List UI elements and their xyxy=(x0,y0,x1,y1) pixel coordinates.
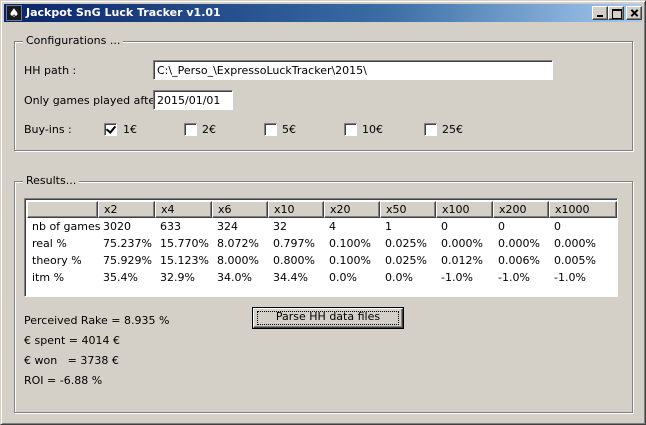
perceived-rake-text: Perceived Rake = 8.935 % xyxy=(24,314,170,327)
table-cell: 0.000% xyxy=(498,237,540,250)
table-cell: 324 xyxy=(217,220,238,233)
table-cell: 0 xyxy=(554,220,561,233)
table-cell: 15.770% xyxy=(160,237,209,250)
table-cell: 0.797% xyxy=(273,237,315,250)
table-cell: 0.005% xyxy=(554,254,596,267)
buyins-label: Buy-ins : xyxy=(24,123,72,136)
table-cell: -1.0% xyxy=(554,271,586,284)
buyin-checkbox-10[interactable] xyxy=(344,123,357,136)
only-after-date-input[interactable] xyxy=(153,90,233,110)
table-cell: 32.9% xyxy=(160,271,195,284)
table-row[interactable]: theory % 75.929% 15.123% 8.000% 0.800% 0… xyxy=(27,253,617,269)
table-cell: 0.000% xyxy=(441,237,483,250)
won-text: € won = 3738 € xyxy=(24,354,119,367)
table-cell: 8.000% xyxy=(217,254,259,267)
table-row[interactable]: nb of games 3020 633 324 32 4 1 0 0 0 xyxy=(27,219,617,235)
buyin-label-2[interactable]: 2€ xyxy=(202,123,216,137)
table-cell: 0.006% xyxy=(498,254,540,267)
column-header-x20[interactable]: x20 xyxy=(324,201,380,218)
title-bar[interactable]: ♠ Jackpot SnG Luck Tracker v1.01 xyxy=(4,4,642,22)
maximize-button[interactable] xyxy=(608,6,624,20)
buyin-checkbox-25[interactable] xyxy=(424,123,437,136)
spade-card-icon[interactable]: ♠ xyxy=(6,5,22,21)
table-cell: -1.0% xyxy=(441,271,473,284)
table-cell: 4 xyxy=(329,220,336,233)
table-cell: 0.012% xyxy=(441,254,483,267)
results-table[interactable]: x2 x4 x6 x10 x20 x50 x100 x200 x1000 nb … xyxy=(24,198,618,297)
table-cell: 0.800% xyxy=(273,254,315,267)
close-button[interactable] xyxy=(626,6,642,20)
column-header-label[interactable] xyxy=(27,201,98,218)
table-row[interactable]: real % 75.237% 15.770% 8.072% 0.797% 0.1… xyxy=(27,236,617,252)
table-cell: 0 xyxy=(498,220,505,233)
table-cell: 34.0% xyxy=(217,271,252,284)
table-cell: 75.929% xyxy=(103,254,152,267)
column-header-x2[interactable]: x2 xyxy=(98,201,155,218)
column-header-x6[interactable]: x6 xyxy=(212,201,268,218)
table-cell: 3020 xyxy=(103,220,131,233)
column-header-x10[interactable]: x10 xyxy=(268,201,324,218)
table-cell: 0.0% xyxy=(385,271,413,284)
only-after-label: Only games played after : xyxy=(24,94,167,107)
buyin-checkbox-1[interactable] xyxy=(104,123,117,136)
table-cell: 0.025% xyxy=(385,237,427,250)
table-cell: 35.4% xyxy=(103,271,138,284)
table-cell: 1 xyxy=(385,220,392,233)
column-header-x4[interactable]: x4 xyxy=(155,201,212,218)
roi-text: ROI = -6.88 % xyxy=(24,374,103,387)
row-label: itm % xyxy=(32,271,65,284)
row-label: real % xyxy=(32,237,67,250)
row-label: nb of games xyxy=(32,220,101,233)
results-legend: Results... xyxy=(23,174,80,188)
table-cell: 8.072% xyxy=(217,237,259,250)
buyin-checkbox-2[interactable] xyxy=(184,123,197,136)
results-table-header: x2 x4 x6 x10 x20 x50 x100 x200 x1000 xyxy=(27,201,617,218)
table-cell: 0.0% xyxy=(329,271,357,284)
table-cell: 15.123% xyxy=(160,254,209,267)
hh-path-label: HH path : xyxy=(24,64,77,77)
table-cell: 0.025% xyxy=(385,254,427,267)
column-header-x50[interactable]: x50 xyxy=(380,201,436,218)
column-header-x1000[interactable]: x1000 xyxy=(549,201,617,218)
buyin-label-1[interactable]: 1€ xyxy=(123,123,137,137)
buyin-label-5[interactable]: 5€ xyxy=(282,123,296,137)
focus-rectangle xyxy=(257,311,399,325)
column-header-x200[interactable]: x200 xyxy=(493,201,549,218)
table-cell: 0.000% xyxy=(554,237,596,250)
table-cell: 633 xyxy=(160,220,181,233)
table-cell: 0.100% xyxy=(329,254,371,267)
main-window: ♠ Jackpot SnG Luck Tracker v1.01 Configu… xyxy=(0,0,646,425)
buyin-label-25[interactable]: 25€ xyxy=(442,123,463,137)
table-cell: 75.237% xyxy=(103,237,152,250)
parse-hh-files-button[interactable]: Parse HH data files xyxy=(253,308,403,328)
column-header-x100[interactable]: x100 xyxy=(436,201,493,218)
row-label: theory % xyxy=(32,254,82,267)
table-cell: -1.0% xyxy=(498,271,530,284)
spent-text: € spent = 4014 € xyxy=(24,334,120,347)
window-title: Jackpot SnG Luck Tracker v1.01 xyxy=(26,6,221,19)
table-cell: 32 xyxy=(273,220,287,233)
buyin-checkbox-5[interactable] xyxy=(264,123,277,136)
minimize-button[interactable] xyxy=(592,6,608,20)
table-cell: 0 xyxy=(441,220,448,233)
hh-path-input[interactable] xyxy=(153,60,553,80)
table-cell: 0.100% xyxy=(329,237,371,250)
table-row[interactable]: itm % 35.4% 32.9% 34.0% 34.4% 0.0% 0.0% … xyxy=(27,270,617,286)
configurations-legend: Configurations ... xyxy=(23,34,124,48)
buyin-label-10[interactable]: 10€ xyxy=(362,123,383,137)
table-cell: 34.4% xyxy=(273,271,308,284)
